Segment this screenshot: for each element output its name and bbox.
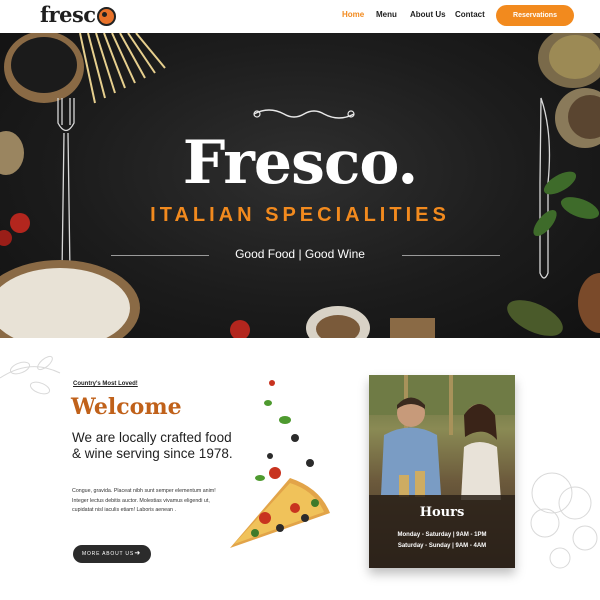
hours-weekend: Saturday - Sunday | 9AM - 4AM — [397, 543, 487, 549]
brand-logo[interactable]: fresc — [40, 2, 116, 27]
welcome-heading: Welcome — [71, 394, 182, 420]
hours-weekday: Monday - Saturday | 9AM - 1PM — [397, 532, 487, 538]
nav-item-home[interactable]: Home — [342, 10, 364, 19]
more-about-us-label: MORE ABOUT US — [82, 551, 134, 557]
top-navigation: fresc Home Menu About Us Contact Reserva… — [0, 0, 600, 33]
hours-card: Hours Monday - Saturday | 9AM - 1PM Satu… — [369, 375, 515, 568]
hours-title: Hours — [419, 505, 465, 520]
brand-logo-text: fresc — [40, 2, 96, 27]
hero-subtitle: ITALIAN SPECIALITIES — [150, 204, 450, 226]
hero-banner: Fresco. ITALIAN SPECIALITIES Good Food |… — [0, 33, 600, 338]
hero-divider-right — [402, 255, 500, 256]
nav-item-contact[interactable]: Contact — [455, 10, 485, 19]
intro-kicker: Country's Most Loved! — [73, 381, 138, 387]
intro-body: Congue, gravida. Placeat nibh sunt sempe… — [72, 488, 216, 513]
flourish-ornament-icon — [253, 109, 355, 119]
hero-tagline: Good Food | Good Wine — [235, 247, 365, 261]
nav-item-menu[interactable]: Menu — [376, 10, 397, 19]
arrow-right-icon: ➜ — [134, 550, 141, 557]
couple-dining-photo — [369, 375, 515, 568]
reservations-button[interactable]: Reservations — [496, 5, 574, 26]
intro-lead: We are locally crafted food & wine servi… — [72, 430, 233, 461]
pizza-logo-icon — [96, 6, 116, 26]
pizza-slice-image — [230, 380, 330, 548]
nav-item-about-us[interactable]: About Us — [410, 10, 446, 19]
hero-title: Fresco. — [182, 128, 419, 198]
more-about-us-button[interactable]: MORE ABOUT US ➜ — [73, 545, 151, 563]
